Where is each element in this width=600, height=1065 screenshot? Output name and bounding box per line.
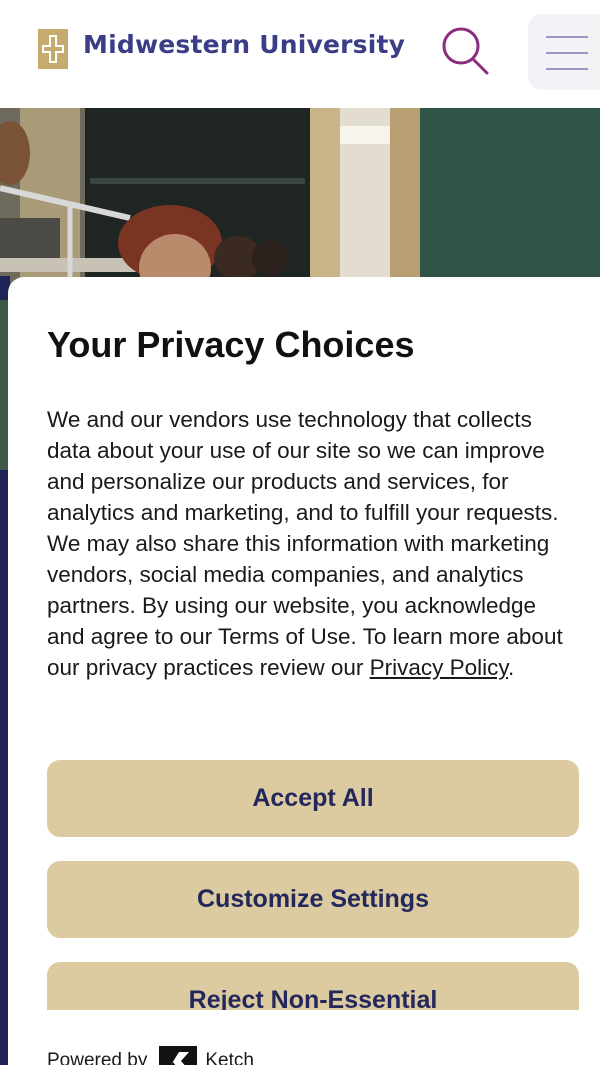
brand-name[interactable]: Midwestern University [83,30,405,59]
customize-settings-button[interactable]: Customize Settings [47,861,579,938]
privacy-policy-link[interactable]: Privacy Policy [370,655,508,680]
privacy-description-text: We and our vendors use technology that c… [47,407,563,680]
powered-by: Powered by Ketch [47,1046,254,1065]
accept-all-button[interactable]: Accept All [47,760,579,837]
hamburger-line [546,52,588,54]
privacy-description: We and our vendors use technology that c… [47,404,572,683]
powered-by-label: Powered by [47,1050,148,1065]
hamburger-line [546,68,588,70]
site-header: Midwestern University [0,0,600,100]
hamburger-line [546,36,588,38]
privacy-title: Your Privacy Choices [47,324,415,365]
menu-button[interactable] [528,14,600,90]
ketch-brand-name[interactable]: Ketch [205,1050,254,1065]
search-icon[interactable] [436,22,494,80]
university-logo-icon[interactable] [38,29,68,69]
ketch-logo-icon[interactable] [159,1046,198,1065]
privacy-description-end: . [508,655,515,680]
